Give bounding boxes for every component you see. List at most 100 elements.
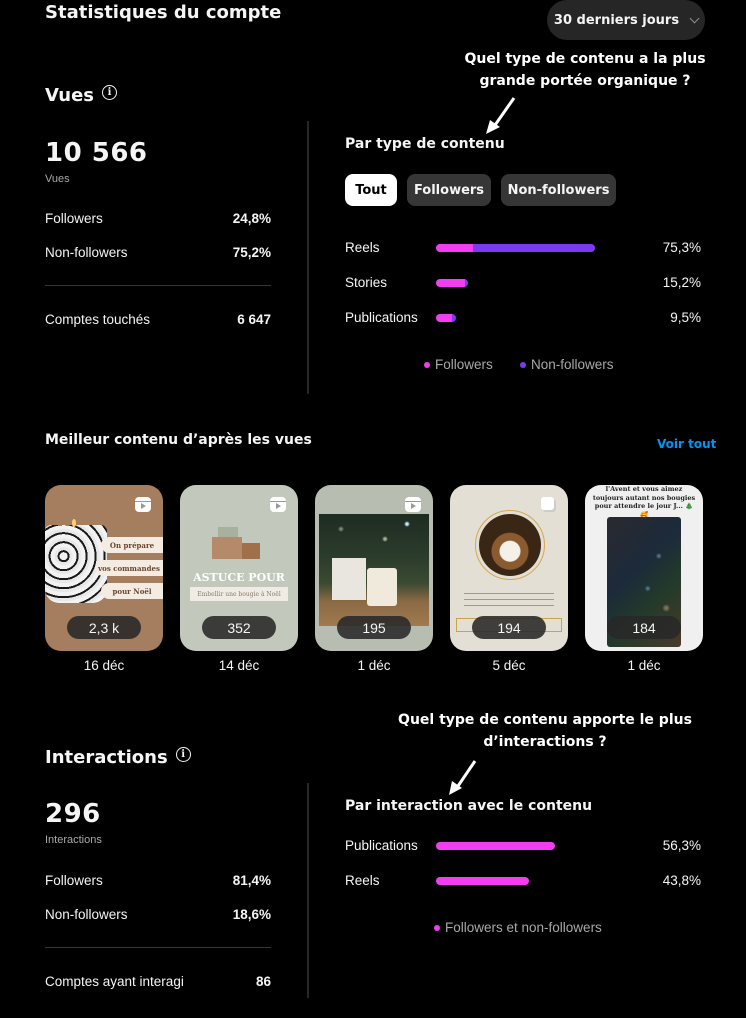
bar-publications [436,314,456,322]
interactions-section-title: Interactions i [45,747,191,768]
bar-label-publications: Publications [345,838,418,853]
content-thumbnail[interactable]: l'Avent et vous aimez toujours autant no… [585,485,703,651]
bar-value-reels: 75,3% [662,240,701,255]
content-thumbnail[interactable]: 195 [315,485,433,651]
bar-label-reels: Reels [345,240,380,255]
stat-label: Comptes touchés [45,312,151,327]
interactions-by-type-title: Par interaction avec le contenu [345,798,593,814]
legend-followers: Followers [424,357,493,372]
bar-label-stories: Stories [345,275,388,290]
annotation-line: grande portée organique ? [479,73,691,89]
legend-dot-icon [520,361,526,368]
candle-photo [479,514,541,576]
info-icon[interactable]: i [102,85,118,100]
reel-icon [135,497,151,512]
thumb-text: Embellir une bougie à Noël [190,587,288,601]
chevron-down-icon [689,13,700,23]
stat-value: 75,2% [232,245,271,260]
interactions-total: 296 [45,799,101,829]
reel-icon [405,497,421,512]
thumb-date: 14 déc [218,658,260,673]
legend-non-followers: Non-followers [520,357,614,372]
views-total-label: Vues [45,173,70,185]
filter-non-followers[interactable]: Non-followers [501,174,616,206]
lights-image [319,514,429,564]
annotation-views: Quel type de contenu a la plus grande po… [455,48,715,92]
reel-icon [270,497,286,512]
legend-dot-icon [434,924,440,931]
bar-segment-followers [436,279,465,287]
content-thumbnail[interactable]: ASTUCE POUR Embellir une bougie à Noël 3… [180,485,298,651]
period-dropdown[interactable]: 30 derniers jours [547,0,705,40]
annotation-line: Quel type de contenu apporte le plus [398,712,692,728]
annotation-line: Quel type de contenu a la plus [464,51,706,67]
legend-label: Non-followers [531,357,614,372]
bar-segment-non-followers [452,314,456,322]
arrow-down-left-icon [449,760,477,795]
stat-label: Comptes ayant interagi [45,974,184,989]
thumb-text: l'Avent et vous aimez toujours autant no… [592,485,696,519]
divider [45,947,271,948]
legend-all: Followers et non-followers [434,920,602,935]
stat-label: Non-followers [45,245,128,260]
divider [45,285,271,286]
ring-frame [475,510,545,580]
views-title: Vues [45,85,95,106]
bar-segment-followers [436,244,473,252]
bar-segment-followers [436,314,452,322]
annotation-line: d’interactions ? [483,734,607,750]
views-accounts-row: Comptes touchés 6 647 [45,312,271,327]
box-image [332,558,366,600]
jar-image [367,568,397,606]
interactions-title: Interactions [45,747,168,768]
stat-label: Non-followers [45,907,128,922]
content-thumbnail[interactable]: On prépare vos commandes pour Noël 2,3 k [45,485,163,651]
views-followers-row: Followers 24,8% [45,211,271,226]
interactions-non-followers-row: Non-followers 18,6% [45,907,271,922]
legend-label: Followers et non-followers [445,920,602,935]
interactions-total-label: Interactions [45,834,102,846]
see-all-link[interactable]: Voir tout [657,437,716,451]
bar-value-publications: 56,3% [662,838,701,853]
views-non-followers-row: Non-followers 75,2% [45,245,271,260]
content-thumbnail[interactable]: 194 [450,485,568,651]
carousel-icon [541,497,554,510]
stat-value: 24,8% [232,211,271,226]
gift-image [212,537,242,559]
bar-segment-non-followers [473,244,595,252]
bar-value-publications: 9,5% [670,310,701,325]
bar-value-stories: 15,2% [662,275,701,290]
bar-stories [436,279,468,287]
bar-segment-non-followers [465,279,468,287]
filter-tout[interactable]: Tout [345,174,397,206]
thumb-date: 16 déc [83,658,125,673]
thumb-date: 5 déc [492,658,526,673]
legend-label: Followers [435,357,493,372]
views-section-title: Vues i [45,85,118,106]
bar-value-reels: 43,8% [662,873,701,888]
arrow-down-left-icon [486,97,516,134]
thumb-text: ASTUCE POUR [193,571,285,584]
gift-image [242,543,260,559]
vertical-divider [307,121,309,394]
bar-publications [436,842,555,850]
thumb-text: pour Noël [101,583,163,599]
thumb-text-lines [464,593,554,611]
stat-value: 86 [255,974,271,989]
thumb-date: 1 déc [627,658,661,673]
vertical-divider [307,783,309,998]
stat-label: Followers [45,873,103,888]
interactions-followers-row: Followers 81,4% [45,873,271,888]
info-icon[interactable]: i [175,747,191,762]
thumb-text: vos commandes [95,560,163,576]
bar-label-publications: Publications [345,310,418,325]
stat-value: 18,6% [232,907,271,922]
thumb-view-count: 2,3 k [67,616,141,639]
thumb-view-count: 195 [337,616,411,639]
bar-reels [436,244,595,252]
stat-value: 6 647 [237,312,271,327]
thumb-text: On prépare [101,537,163,553]
page-title: Statistiques du compte [45,2,282,23]
filter-followers[interactable]: Followers [407,174,491,206]
stat-label: Followers [45,211,103,226]
